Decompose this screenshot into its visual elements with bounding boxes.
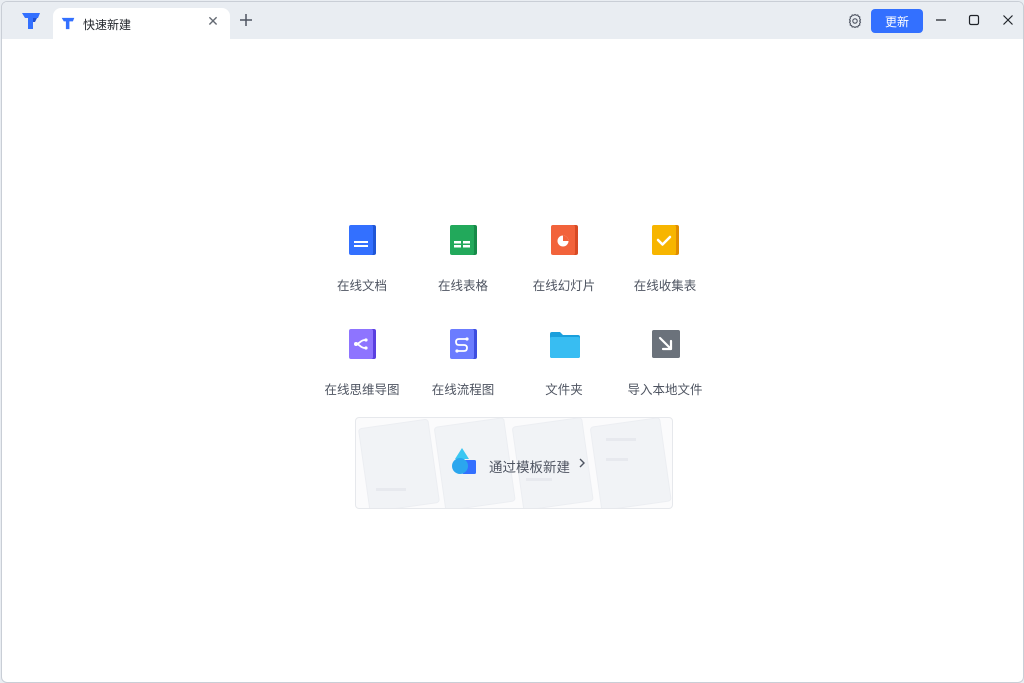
- create-item-label: 导入本地文件: [627, 382, 703, 397]
- create-item-label: 在线收集表: [633, 278, 697, 293]
- mindmap-icon: [349, 329, 376, 359]
- create-flowchart-item[interactable]: 在线流程图: [413, 324, 513, 404]
- create-item-label: 在线表格: [437, 278, 488, 293]
- maximize-icon[interactable]: [966, 12, 982, 28]
- create-item-label: 在线流程图: [431, 382, 495, 397]
- create-from-template-card[interactable]: 通过模板新建: [355, 417, 673, 509]
- create-item-label: 在线思维导图: [324, 382, 400, 397]
- create-form-item[interactable]: 在线收集表: [615, 220, 715, 300]
- update-button[interactable]: 更新: [871, 9, 923, 33]
- tab-title: 快速新建: [83, 18, 132, 32]
- folder-icon: [550, 332, 580, 358]
- create-item-label: 在线文档: [336, 278, 387, 293]
- create-item-label: 文件夹: [545, 382, 583, 397]
- app-logo-icon[interactable]: [21, 12, 41, 30]
- titlebar: 快速新建 ✕ 更新: [2, 2, 1023, 39]
- app-logo-icon: [61, 17, 75, 30]
- doc-icon: [349, 225, 376, 255]
- flowchart-icon: [450, 329, 477, 359]
- chevron-right-icon: [579, 458, 585, 468]
- close-tab-icon[interactable]: ✕: [206, 15, 220, 29]
- import-icon: [652, 330, 680, 358]
- create-slides-item[interactable]: 在线幻灯片: [514, 220, 614, 300]
- create-sheet-item[interactable]: 在线表格: [413, 220, 513, 300]
- create-mindmap-item[interactable]: 在线思维导图: [312, 324, 412, 404]
- create-item-label: 在线幻灯片: [532, 278, 596, 293]
- app-window: 快速新建 ✕ 更新 在线文档 在线表格 在线幻灯片 在线收集表 在线思维导图 在…: [1, 1, 1024, 683]
- sheet-icon: [450, 225, 477, 255]
- slides-icon: [551, 225, 578, 255]
- minimize-icon[interactable]: [933, 12, 949, 28]
- plus-icon[interactable]: [237, 11, 255, 29]
- create-doc-item[interactable]: 在线文档: [312, 220, 412, 300]
- tab-quick-create[interactable]: 快速新建 ✕: [53, 8, 230, 39]
- form-icon: [652, 225, 679, 255]
- close-window-icon[interactable]: [1000, 12, 1016, 28]
- import-local-file-item[interactable]: 导入本地文件: [615, 324, 715, 404]
- template-label: 通过模板新建: [489, 460, 570, 476]
- template-icon: [452, 448, 476, 474]
- gear-icon[interactable]: [847, 13, 863, 29]
- create-folder-item[interactable]: 文件夹: [514, 324, 614, 404]
